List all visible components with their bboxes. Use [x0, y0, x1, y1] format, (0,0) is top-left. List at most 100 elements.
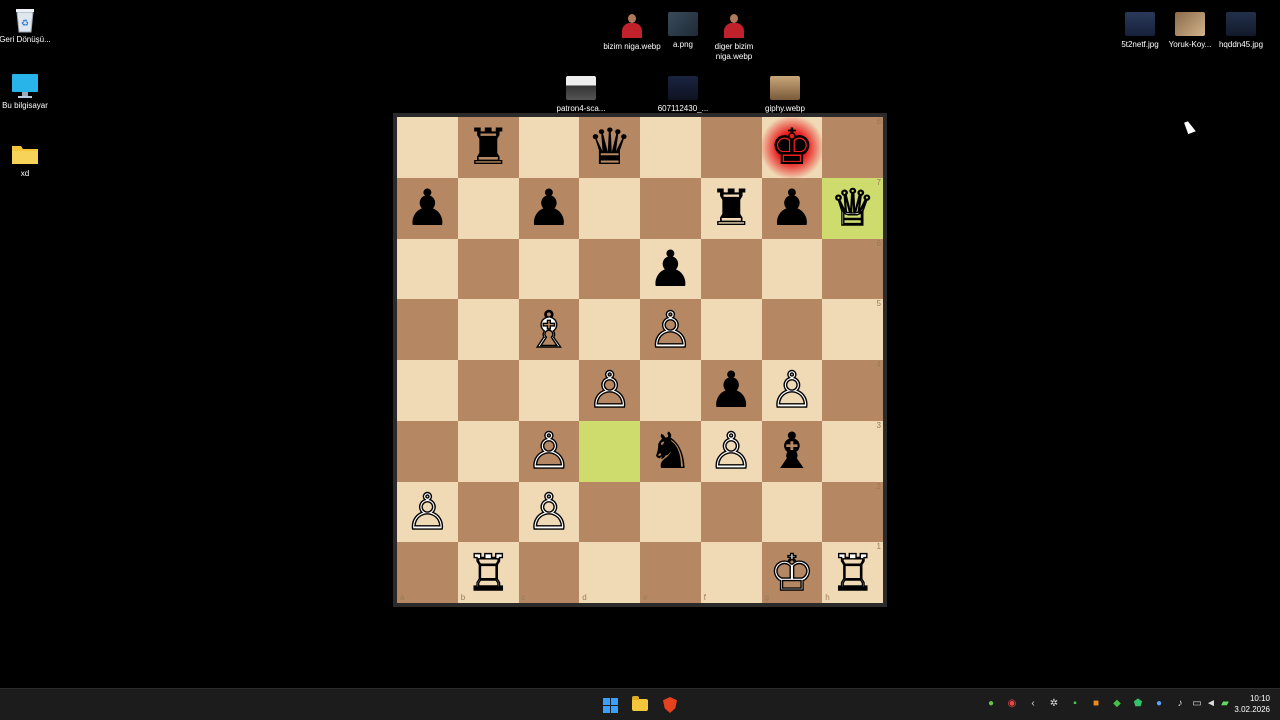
square-d1[interactable]: d [579, 542, 640, 603]
square-a5[interactable] [397, 299, 458, 360]
chess-piece-c7[interactable]: ♟ [526, 183, 571, 233]
square-c3[interactable]: ♙ [518, 420, 580, 482]
square-h3[interactable]: 3 [822, 420, 883, 482]
network-icon[interactable]: ▭ [1190, 697, 1204, 711]
tray-app-icon[interactable]: ■ [1089, 697, 1103, 711]
square-b3[interactable] [457, 420, 519, 482]
square-h2[interactable]: 2 [822, 481, 883, 543]
square-a3[interactable] [397, 420, 458, 482]
square-g4[interactable]: ♙ [761, 360, 823, 421]
square-e3[interactable]: ♞ [640, 420, 701, 482]
square-h4[interactable]: 4 [822, 360, 883, 421]
square-b1[interactable]: b ♖ [457, 542, 519, 603]
square-g1[interactable]: g ♔ [761, 542, 823, 603]
chess-piece-h1[interactable]: ♖ [830, 547, 876, 598]
chess-piece-c2[interactable]: ♙ [526, 486, 572, 537]
square-g5[interactable] [761, 299, 823, 360]
chess-piece-a7[interactable]: ♟ [405, 183, 450, 233]
square-g2[interactable] [761, 481, 823, 543]
square-h5[interactable]: 5 [822, 299, 883, 360]
battery-icon[interactable]: ▰ [1218, 697, 1232, 711]
chess-piece-g4[interactable]: ♙ [769, 365, 815, 416]
tray-app-icon[interactable]: ● [984, 697, 998, 711]
square-f3[interactable]: ♙ [700, 420, 762, 482]
square-c8[interactable] [518, 117, 580, 178]
square-c6[interactable] [518, 238, 580, 300]
brave-browser-button[interactable] [660, 695, 680, 715]
square-e1[interactable]: e [640, 542, 701, 603]
chess-piece-d8[interactable]: ♛ [587, 122, 632, 172]
chess-piece-b1[interactable]: ♖ [465, 547, 511, 598]
hqddn-file[interactable]: hqddn45.jpg [1211, 12, 1271, 50]
chess-piece-f4[interactable]: ♟ [709, 365, 754, 415]
square-e2[interactable] [640, 481, 701, 543]
square-f2[interactable] [700, 481, 762, 543]
square-d6[interactable] [579, 238, 640, 300]
square-b8[interactable]: ♜ [457, 117, 519, 178]
settings-icon[interactable]: ✲ [1047, 697, 1061, 711]
square-a8[interactable] [397, 117, 458, 178]
square-c1[interactable]: c [518, 542, 580, 603]
square-e8[interactable] [640, 117, 701, 178]
square-d5[interactable] [579, 299, 640, 360]
chess-piece-e5[interactable]: ♙ [647, 304, 693, 355]
square-g7[interactable]: ♟ [761, 177, 823, 239]
square-a7[interactable]: ♟ [397, 177, 458, 239]
square-e5[interactable]: ♙ [640, 299, 701, 360]
chess-piece-c3[interactable]: ♙ [526, 425, 572, 476]
giphy-file[interactable]: giphy.webp [755, 76, 815, 114]
square-f6[interactable] [700, 238, 762, 300]
numbered-file[interactable]: 607112430_... [653, 76, 713, 114]
square-f4[interactable]: ♟ [700, 360, 762, 421]
square-f5[interactable] [700, 299, 762, 360]
volume-icon[interactable]: ◄ [1204, 697, 1218, 711]
this-pc-icon[interactable]: Bu bilgisayar [0, 74, 55, 111]
square-c4[interactable] [518, 360, 580, 421]
square-h7[interactable]: 7 ♕ [822, 177, 883, 239]
square-d7[interactable] [579, 177, 640, 239]
square-b6[interactable] [457, 238, 519, 300]
chess-piece-g7[interactable]: ♟ [769, 183, 814, 233]
square-c7[interactable]: ♟ [518, 177, 580, 239]
folder-xd-icon[interactable]: xd [0, 142, 55, 179]
tray-app-icon[interactable]: ● [1152, 697, 1166, 711]
square-f7[interactable]: ♜ [700, 177, 762, 239]
chess-piece-f3[interactable]: ♙ [708, 425, 754, 476]
square-e4[interactable] [640, 360, 701, 421]
chess-piece-e6[interactable]: ♟ [648, 244, 693, 294]
square-c5[interactable]: ♗ [518, 299, 580, 360]
shield-icon[interactable]: ⬟ [1131, 697, 1145, 711]
square-g3[interactable]: ♝ [761, 420, 823, 482]
square-b5[interactable] [457, 299, 519, 360]
square-d3[interactable] [579, 420, 640, 482]
square-h1[interactable]: 1 h ♖ [822, 542, 883, 603]
square-g6[interactable] [761, 238, 823, 300]
chess-piece-g3[interactable]: ♝ [769, 426, 814, 476]
tray-app-icon[interactable]: ◆ [1110, 697, 1124, 711]
square-h6[interactable]: 6 [822, 238, 883, 300]
clock[interactable]: 10:10 3.02.2026 [1234, 693, 1270, 715]
chess-piece-e3[interactable]: ♞ [648, 426, 693, 476]
square-b4[interactable] [457, 360, 519, 421]
square-a1[interactable]: a [397, 542, 458, 603]
file-explorer-button[interactable] [630, 695, 650, 715]
chess-piece-b8[interactable]: ♜ [466, 122, 511, 172]
square-a6[interactable] [397, 238, 458, 300]
square-h8[interactable]: 8 [822, 117, 883, 178]
square-a2[interactable]: ♙ [397, 481, 458, 543]
chess-piece-g8[interactable]: ♚ [769, 122, 814, 172]
square-b7[interactable] [457, 177, 519, 239]
tray-app-icon[interactable]: ◉ [1005, 697, 1019, 711]
microphone-icon[interactable]: ♪ [1173, 697, 1187, 711]
diger-bizim-niga-file[interactable]: diger bizim niga.webp [704, 12, 764, 62]
square-f1[interactable]: f [700, 542, 762, 603]
square-g8[interactable]: ♚ [761, 117, 823, 178]
tray-app-icon[interactable]: ▪ [1068, 697, 1082, 711]
chess-piece-g1[interactable]: ♔ [769, 547, 815, 598]
chevron-left-icon[interactable]: ‹ [1026, 697, 1040, 711]
chess-piece-h7[interactable]: ♕ [830, 182, 876, 233]
square-d8[interactable]: ♛ [579, 117, 640, 178]
square-d2[interactable] [579, 481, 640, 543]
chess-piece-f7[interactable]: ♜ [709, 183, 754, 233]
chess-piece-c5[interactable]: ♗ [526, 304, 572, 355]
